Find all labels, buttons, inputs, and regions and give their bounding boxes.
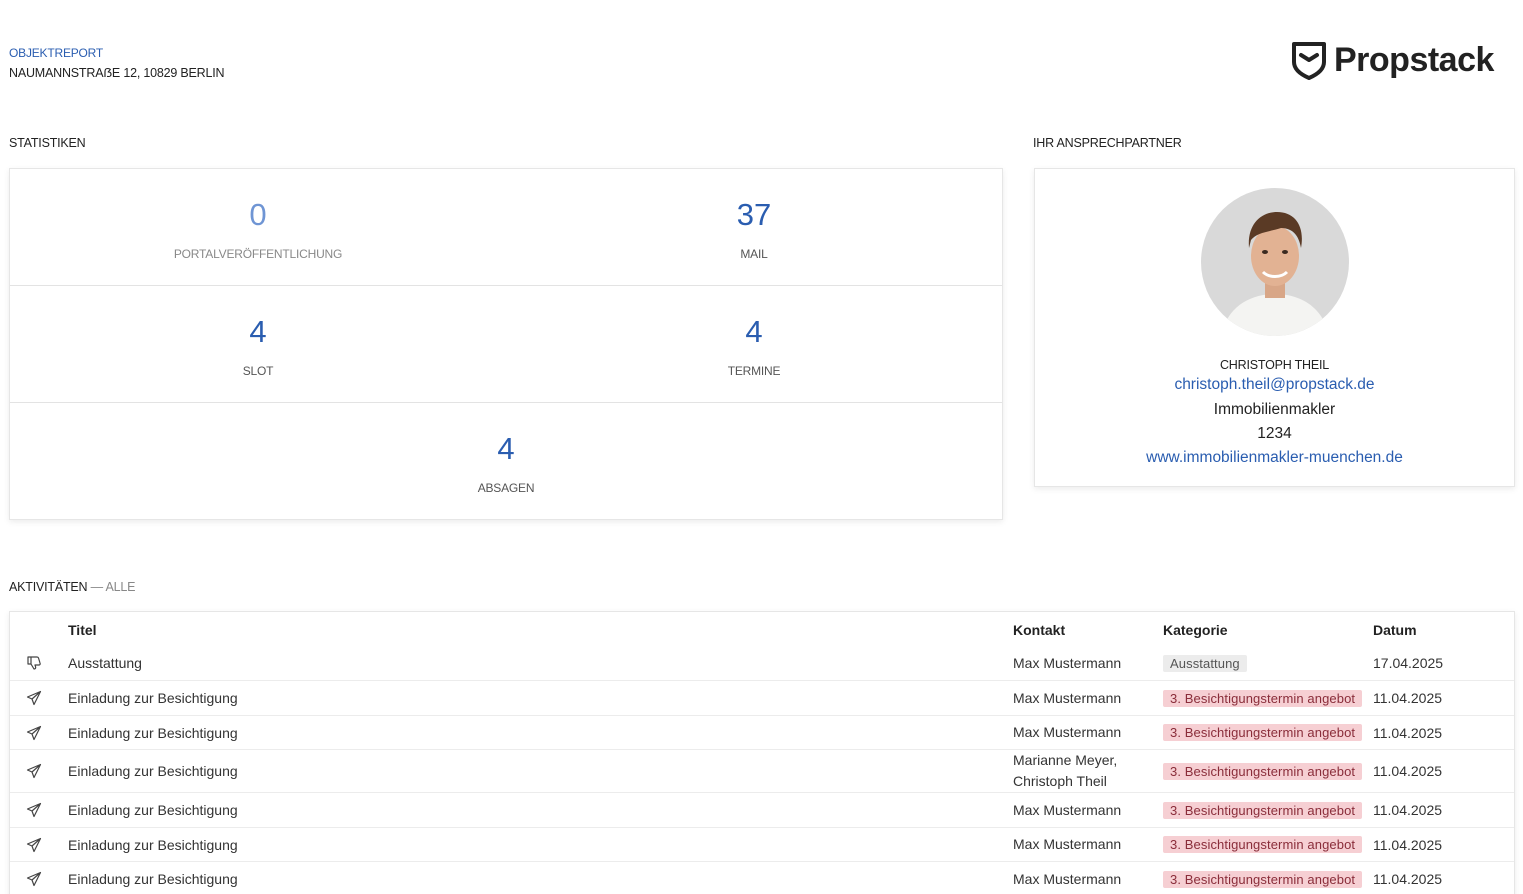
report-label: OBJEKTREPORT: [9, 46, 104, 60]
row-category: 3. Besichtigungstermin angebot: [1163, 793, 1363, 827]
paper-plane-icon: [26, 793, 46, 827]
row-contact-line: Christoph Theil: [1013, 773, 1107, 789]
category-badge: Ausstattung: [1163, 654, 1247, 672]
paper-plane-icon: [26, 828, 46, 861]
stat-termine: 4 TERMINE: [506, 286, 1002, 402]
stats-card: 0 PORTALVERÖFFENTLICHUNG 37 MAIL 4 SLOT …: [9, 168, 1003, 520]
row-title: Einladung zur Besichtigung: [68, 802, 238, 818]
property-address: NAUMANNSTRAẞE 12, 10829 BERLIN: [9, 66, 225, 80]
row-contact: Max Mustermann: [1013, 654, 1122, 671]
stat-portal: 0 PORTALVERÖFFENTLICHUNG: [10, 169, 506, 285]
row-contact: Max Mustermann: [1013, 836, 1122, 852]
stats-row: 4 SLOT 4 TERMINE: [10, 286, 1002, 403]
stat-slot: 4 SLOT: [10, 286, 506, 402]
row-contact: Marianne Meyer, Christoph Theil: [1013, 750, 1117, 792]
row-category: 3. Besichtigungstermin angebot: [1163, 750, 1363, 792]
row-category: 3. Besichtigungstermin angebot: [1163, 681, 1363, 715]
row-date: 11.04.2025: [1373, 802, 1443, 818]
table-row[interactable]: Einladung zur Besichtigung Max Musterman…: [10, 716, 1514, 750]
brand-logo: Propstack: [1290, 40, 1494, 80]
stat-value: 0: [249, 197, 267, 232]
row-category: 3. Besichtigungstermin angebot: [1163, 828, 1363, 861]
contact-role: Immobilienmakler: [1213, 401, 1336, 418]
stat-label: PORTALVERÖFFENTLICHUNG: [173, 247, 343, 261]
row-category: 3. Besichtigungstermin angebot: [1163, 716, 1363, 749]
avatar: [1200, 188, 1349, 336]
stat-absagen: 4 ABSAGEN: [10, 403, 1002, 519]
row-contact-line: Marianne Meyer,: [1013, 752, 1118, 768]
stat-label: ABSAGEN: [477, 481, 535, 495]
category-badge: 3. Besichtigungstermin angebot: [1163, 836, 1363, 853]
stats-section-title: STATISTIKEN: [9, 136, 86, 150]
row-title: Einladung zur Besichtigung: [68, 871, 238, 887]
contact-name: CHRISTOPH THEIL: [1219, 358, 1330, 372]
table-row[interactable]: Einladung zur Besichtigung Marianne Meye…: [10, 750, 1514, 793]
activities-filter[interactable]: — ALLE: [91, 580, 136, 594]
row-title: Einladung zur Besichtigung: [68, 836, 238, 853]
row-date: 11.04.2025: [1373, 836, 1443, 853]
brand-name: Propstack: [1334, 40, 1494, 79]
thumbs-down-icon: [26, 646, 46, 680]
table-row[interactable]: Einladung zur Besichtigung Max Musterman…: [10, 793, 1514, 828]
row-title: Einladung zur Besichtigung: [68, 763, 238, 779]
stat-label: TERMINE: [727, 364, 781, 378]
table-row[interactable]: Ausstattung Max Mustermann Ausstattung 1…: [10, 646, 1514, 681]
table-row[interactable]: Einladung zur Besichtigung Max Musterman…: [10, 862, 1514, 894]
stat-value: 4: [497, 431, 515, 466]
stat-value: 4: [745, 314, 763, 349]
row-contact: Max Mustermann: [1013, 801, 1122, 818]
row-date: 11.04.2025: [1373, 871, 1443, 887]
stat-label: MAIL: [740, 247, 768, 261]
category-badge: 3. Besichtigungstermin angebot: [1163, 762, 1363, 780]
column-header-title[interactable]: Titel: [68, 612, 97, 646]
row-contact: Max Mustermann: [1013, 870, 1122, 887]
stats-row: 0 PORTALVERÖFFENTLICHUNG 37 MAIL: [10, 169, 1002, 286]
row-category: Ausstattung: [1163, 646, 1247, 680]
row-title: Ausstattung: [68, 655, 142, 671]
table-row[interactable]: Einladung zur Besichtigung Max Musterman…: [10, 828, 1514, 862]
category-badge: 3. Besichtigungstermin angebot: [1163, 870, 1363, 888]
category-badge: 3. Besichtigungstermin angebot: [1163, 801, 1363, 819]
contact-section-title: IHR ANSPRECHPARTNER: [1033, 136, 1182, 150]
paper-plane-icon: [26, 750, 46, 792]
row-title: Einladung zur Besichtigung: [68, 724, 238, 741]
contact-card: CHRISTOPH THEIL christoph.theil@propstac…: [1034, 168, 1515, 487]
column-header-contact[interactable]: Kontakt: [1013, 612, 1065, 646]
column-header-date[interactable]: Datum: [1373, 612, 1417, 646]
shield-logo-icon: [1292, 42, 1326, 80]
row-category: 3. Besichtigungstermin angebot: [1163, 862, 1363, 894]
stats-row: 4 ABSAGEN: [10, 403, 1002, 519]
row-date: 17.04.2025: [1373, 655, 1444, 671]
avatar-photo-icon: [1200, 188, 1349, 336]
contact-website-link[interactable]: www.immobilienmakler-muenchen.de: [1146, 449, 1403, 467]
stat-label: SLOT: [242, 364, 274, 378]
row-title: Einladung zur Besichtigung: [68, 690, 238, 706]
stat-value: 4: [249, 314, 267, 349]
activities-title: AKTIVITÄTEN: [9, 580, 88, 594]
paper-plane-icon: [26, 681, 46, 715]
row-date: 11.04.2025: [1373, 724, 1443, 741]
paper-plane-icon: [26, 716, 46, 749]
stat-value: 37: [736, 197, 772, 232]
paper-plane-icon: [26, 862, 46, 894]
column-header-category[interactable]: Kategorie: [1163, 612, 1228, 646]
row-contact: Max Mustermann: [1013, 724, 1122, 740]
row-date: 11.04.2025: [1373, 690, 1443, 706]
table-header: Titel Kontakt Kategorie Datum: [10, 612, 1514, 646]
activities-section-title: AKTIVITÄTEN — ALLE: [9, 580, 136, 594]
table-row[interactable]: Einladung zur Besichtigung Max Musterman…: [10, 681, 1514, 716]
contact-phone: 1234: [1257, 425, 1292, 442]
category-badge: 3. Besichtigungstermin angebot: [1163, 689, 1363, 707]
activities-table: Titel Kontakt Kategorie Datum Ausstattun…: [9, 611, 1515, 894]
contact-email-link[interactable]: christoph.theil@propstack.de: [1174, 376, 1374, 394]
row-date: 11.04.2025: [1373, 763, 1443, 779]
stat-mail: 37 MAIL: [506, 169, 1002, 285]
category-badge: 3. Besichtigungstermin angebot: [1163, 724, 1363, 741]
row-contact: Max Mustermann: [1013, 689, 1122, 706]
